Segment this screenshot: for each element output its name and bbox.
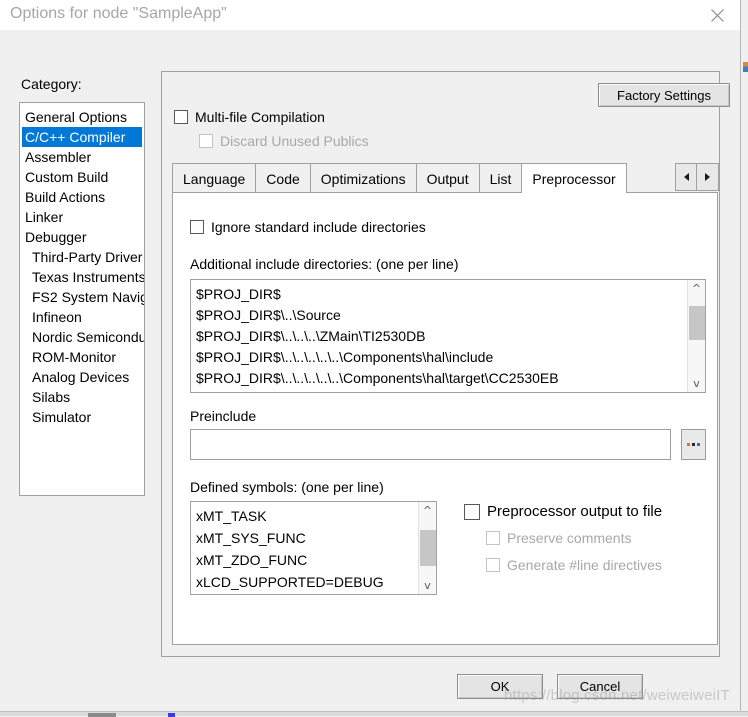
category-item-silabs[interactable]: Silabs — [20, 387, 144, 407]
chevron-down-icon[interactable]: v — [419, 577, 436, 594]
checkbox-box — [199, 134, 213, 148]
symbol-line: xLCD_SUPPORTED=DEBUG — [196, 574, 384, 590]
category-item-build-actions[interactable]: Build Actions — [20, 187, 144, 207]
close-icon[interactable] — [694, 0, 740, 30]
category-list[interactable]: General Options C/C++ Compiler Assembler… — [19, 102, 145, 496]
category-item-assembler[interactable]: Assembler — [20, 147, 144, 167]
include-line: $PROJ_DIR$\..\..\..\..\..\Components\hal… — [196, 370, 559, 386]
category-item-third-party-driver[interactable]: Third-Party Driver — [20, 247, 144, 267]
category-item-fs2-system-navigator[interactable]: FS2 System Navigator — [20, 287, 144, 307]
background-window-accent — [743, 62, 748, 72]
watermark-text: https://blog.csdn.net/weiweiweiIT — [504, 687, 730, 704]
background-taskbar-strip-a — [88, 713, 116, 717]
preinclude-label: Preinclude — [190, 408, 257, 424]
tab-optimizations[interactable]: Optimizations — [310, 164, 417, 193]
category-label: Category: — [21, 76, 82, 92]
preprocessor-output-to-file-label: Preprocessor output to file — [487, 503, 663, 520]
category-item-debugger[interactable]: Debugger — [20, 227, 144, 247]
category-item-c-cpp-compiler[interactable]: C/C++ Compiler — [22, 127, 142, 147]
preinclude-input[interactable] — [190, 429, 671, 460]
chevron-up-icon[interactable]: ^ — [419, 502, 436, 519]
ignore-standard-include-label: Ignore standard include directories — [211, 219, 426, 235]
ellipsis-dot — [692, 443, 695, 446]
ignore-standard-include-checkbox[interactable]: Ignore standard include directories — [190, 219, 426, 235]
checkbox-box — [464, 503, 480, 520]
compiler-tab-strip: Language Code Optimizations Output List … — [172, 163, 719, 193]
symbol-line: xMT_ZDO_FUNC — [196, 552, 308, 568]
category-item-general-options[interactable]: General Options — [20, 107, 144, 127]
multi-file-compilation-label: Multi-file Compilation — [195, 109, 325, 125]
generate-line-directives-checkbox: Generate #line directives — [486, 557, 662, 573]
chevron-up-icon[interactable]: ^ — [688, 280, 705, 297]
preserve-comments-checkbox: Preserve comments — [486, 530, 631, 546]
category-item-custom-build[interactable]: Custom Build — [20, 167, 144, 187]
multi-file-compilation-checkbox[interactable]: Multi-file Compilation — [174, 109, 325, 125]
additional-include-label: Additional include directories: (one per… — [190, 256, 459, 272]
tab-list[interactable]: List — [479, 164, 523, 193]
defined-symbols-textarea[interactable]: xMT_TASK xMT_SYS_FUNC xMT_ZDO_FUNC xLCD_… — [190, 501, 437, 595]
defined-symbols-scrollbar[interactable]: ^ v — [418, 502, 436, 594]
ellipsis-dot — [687, 443, 690, 446]
include-scrollbar[interactable]: ^ v — [687, 280, 705, 392]
tab-code[interactable]: Code — [256, 164, 311, 193]
symbol-line: xMT_SYS_FUNC — [196, 530, 306, 546]
checkbox-box — [190, 220, 204, 234]
background-window-right-edge — [740, 0, 748, 716]
category-item-nordic-semiconductor[interactable]: Nordic Semiconductor — [20, 327, 144, 347]
browse-ellipsis-button[interactable] — [681, 429, 706, 460]
checkbox-box — [486, 531, 500, 545]
checkbox-box — [486, 558, 500, 572]
dialog-titlebar: Options for node "SampleApp" — [0, 0, 740, 30]
triangle-left-icon[interactable] — [676, 164, 697, 190]
tab-output[interactable]: Output — [416, 164, 480, 193]
tab-preprocessor[interactable]: Preprocessor — [522, 164, 626, 193]
include-line: $PROJ_DIR$\..\Source — [196, 307, 341, 323]
category-item-texas-instruments[interactable]: Texas Instruments — [20, 267, 144, 287]
include-line: $PROJ_DIR$ — [196, 286, 281, 302]
defined-symbols-lines: xMT_TASK xMT_SYS_FUNC xMT_ZDO_FUNC xLCD_… — [191, 502, 417, 593]
discard-unused-publics-checkbox: Discard Unused Publics — [199, 133, 369, 149]
checkbox-box — [174, 110, 188, 124]
chevron-down-icon[interactable]: v — [688, 375, 705, 392]
include-line: $PROJ_DIR$\..\..\..\..\..\Components\hal… — [196, 349, 494, 365]
preserve-comments-label: Preserve comments — [507, 530, 632, 546]
tab-language[interactable]: Language — [173, 164, 257, 193]
additional-include-lines: $PROJ_DIR$ $PROJ_DIR$\..\Source $PROJ_DI… — [191, 280, 686, 389]
generate-line-directives-label: Generate #line directives — [507, 557, 662, 573]
include-line: $PROJ_DIR$\..\..\..\ZMain\TI2530DB — [196, 328, 426, 344]
scrollbar-thumb[interactable] — [420, 530, 436, 566]
category-item-linker[interactable]: Linker — [20, 207, 144, 227]
dialog-title: Options for node "SampleApp" — [10, 5, 227, 22]
tab-group: Language Code Optimizations Output List … — [172, 163, 627, 193]
defined-symbols-label: Defined symbols: (one per line) — [190, 479, 384, 495]
category-item-infineon[interactable]: Infineon — [20, 307, 144, 327]
factory-settings-button[interactable]: Factory Settings — [598, 83, 730, 107]
discard-unused-publics-label: Discard Unused Publics — [220, 133, 369, 149]
category-item-rom-monitor[interactable]: ROM-Monitor — [20, 347, 144, 367]
symbol-line: xMT_TASK — [196, 508, 267, 524]
ellipsis-dot — [697, 443, 700, 446]
category-item-analog-devices[interactable]: Analog Devices — [20, 367, 144, 387]
background-window-bottom-edge — [0, 711, 748, 717]
additional-include-textarea[interactable]: $PROJ_DIR$ $PROJ_DIR$\..\Source $PROJ_DI… — [190, 279, 706, 393]
scrollbar-thumb[interactable] — [689, 306, 705, 340]
category-item-simulator[interactable]: Simulator — [20, 407, 144, 427]
triangle-right-icon[interactable] — [697, 164, 718, 190]
preprocessor-output-to-file-checkbox[interactable]: Preprocessor output to file — [464, 503, 662, 520]
background-taskbar-strip-b — [168, 713, 175, 717]
tab-scroll-buttons — [675, 163, 719, 191]
options-dialog: Options for node "SampleApp" Category: G… — [0, 0, 740, 699]
